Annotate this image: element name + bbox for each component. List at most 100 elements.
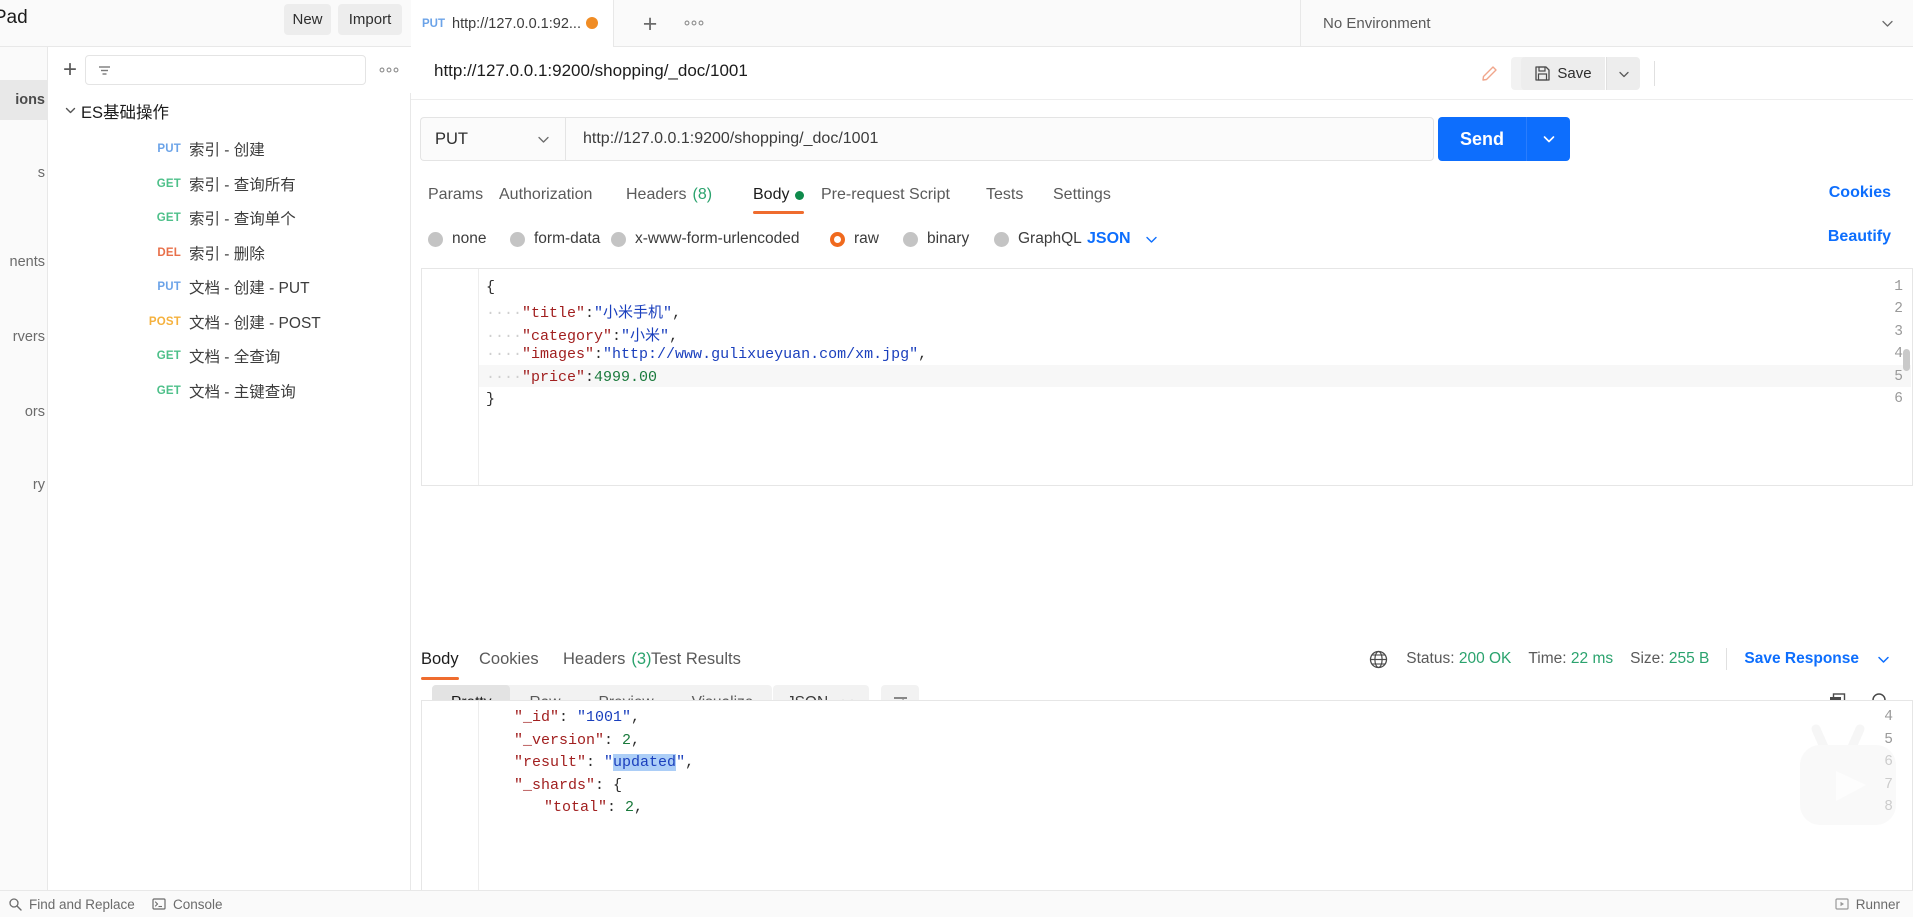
code-token: , <box>634 799 644 816</box>
radio-button[interactable] <box>510 231 525 247</box>
request-body-editor[interactable]: 1{2 ····"title":"小米手机", 3 ····"category":"小… <box>421 268 1913 486</box>
request-name-label: 索引 - 删除 <box>189 245 265 263</box>
response-tab-label: Headers <box>563 649 626 668</box>
response-tab-cookies[interactable]: Cookies <box>479 638 539 680</box>
request-editor-scrollbar[interactable] <box>1903 349 1910 371</box>
response-tab-headers[interactable]: Headers (3) <box>563 638 652 680</box>
body-type-raw[interactable]: raw <box>830 218 879 260</box>
tree-request-item[interactable]: PUT 文档 - 创建 - PUT <box>48 270 411 304</box>
raw-format-select[interactable]: JSON <box>1087 218 1159 260</box>
request-method-label: GET <box>156 350 181 362</box>
collection-root[interactable]: ES基础操作 <box>48 93 411 128</box>
body-type-none[interactable]: none <box>428 218 486 260</box>
collection-name: ES基础操作 <box>81 103 170 122</box>
radio-button[interactable] <box>830 231 845 247</box>
request-method-label: PUT <box>157 281 181 293</box>
request-tab-authorization[interactable]: Authorization <box>499 176 592 214</box>
save-response-chevron-icon[interactable] <box>1876 652 1891 667</box>
body-type-label: binary <box>927 230 970 247</box>
meta-divider <box>1726 648 1728 670</box>
tree-request-item[interactable]: PUT 索引 - 创建 <box>48 132 411 166</box>
gutter-divider <box>478 701 479 890</box>
radio-button[interactable] <box>994 231 1009 247</box>
new-item-plus-icon[interactable]: + <box>56 56 84 84</box>
code-token: , <box>672 305 682 323</box>
http-method-select[interactable]: PUT <box>420 117 565 161</box>
send-options-chevron-icon[interactable] <box>1526 117 1570 161</box>
chevron-down-icon[interactable] <box>1880 16 1895 31</box>
code-token: ···· <box>486 305 523 323</box>
beautify-link[interactable]: Beautify <box>1828 228 1891 246</box>
code-line: "_version": 2, <box>514 732 640 749</box>
response-tab-body[interactable]: Body <box>421 638 459 680</box>
request-tab-params[interactable]: Params <box>428 176 483 214</box>
sidebar-nav-mock-servers[interactable]: rvers <box>0 317 47 357</box>
runner-button[interactable]: Runner <box>1835 897 1900 912</box>
globe-icon <box>1368 649 1389 670</box>
console-label: Console <box>173 896 223 912</box>
tab-options-icon[interactable] <box>679 12 709 34</box>
request-tab-pre-request-script[interactable]: Pre-request Script <box>821 176 950 214</box>
radio-button[interactable] <box>428 231 443 247</box>
code-line: ····"category":"小米", <box>486 324 678 345</box>
sidebar-nav-history[interactable]: ry <box>0 465 47 505</box>
code-token: : <box>612 327 622 345</box>
code-token: , <box>631 709 641 726</box>
sidebar-more-icon[interactable] <box>375 58 403 82</box>
code-token: "images" <box>522 346 595 364</box>
sidebar-nav-collections[interactable]: ions <box>0 80 47 120</box>
sidebar-nav-monitors[interactable]: ors <box>0 392 47 432</box>
body-type-form-data[interactable]: form-data <box>510 218 600 260</box>
console-button[interactable]: Console <box>152 897 223 912</box>
code-token: "小米" <box>621 327 670 345</box>
search-icon <box>8 897 22 911</box>
body-type-graphql[interactable]: GraphQL <box>994 218 1082 260</box>
edit-pencil-icon[interactable] <box>1470 57 1508 90</box>
sidebar-nav-apis[interactable]: s <box>0 153 47 193</box>
filter-input[interactable] <box>85 55 366 85</box>
radio-button[interactable] <box>611 231 626 247</box>
find-and-replace-button[interactable]: Find and Replace <box>8 897 135 912</box>
save-response-button[interactable]: Save Response <box>1744 650 1859 668</box>
save-options-chevron-icon[interactable] <box>1606 57 1640 90</box>
code-token: : <box>604 731 623 749</box>
url-input[interactable]: http://127.0.0.1:9200/shopping/_doc/1001 <box>565 117 1434 161</box>
line-number: 8 <box>1884 799 1893 815</box>
response-tab-label: Cookies <box>479 649 539 668</box>
tab-active-request[interactable]: PUT http://127.0.0.1:92... <box>411 0 614 47</box>
chevron-down-icon[interactable] <box>59 104 81 117</box>
body-type-x-www-form-urlencoded[interactable]: x-www-form-urlencoded <box>611 218 800 260</box>
request-tab-headers[interactable]: Headers (8) <box>626 176 712 214</box>
tree-request-item[interactable]: DEL 索引 - 删除 <box>48 236 411 270</box>
body-type-binary[interactable]: binary <box>903 218 969 260</box>
request-tab-label: Body <box>753 186 790 203</box>
cookies-link[interactable]: Cookies <box>1829 184 1891 202</box>
tree-request-item[interactable]: POST 文档 - 创建 - POST <box>48 305 411 339</box>
new-tab-plus-icon[interactable]: + <box>634 8 666 40</box>
response-tab-test-results[interactable]: Test Results <box>651 638 741 680</box>
send-button[interactable]: Send <box>1438 117 1526 161</box>
code-token: "title" <box>522 305 586 323</box>
environment-selector[interactable]: No Environment <box>1300 0 1913 47</box>
new-button[interactable]: New <box>284 4 331 35</box>
sidebar-nav-environments[interactable]: nents <box>0 242 47 282</box>
radio-button[interactable] <box>903 231 918 247</box>
import-button[interactable]: Import <box>338 4 402 35</box>
tree-request-item[interactable]: GET 索引 - 查询单个 <box>48 201 411 235</box>
tree-request-item[interactable]: GET 文档 - 全查询 <box>48 339 411 373</box>
tree-request-item[interactable]: GET 文档 - 主键查询 <box>48 374 411 408</box>
request-tab-tests[interactable]: Tests <box>986 176 1023 214</box>
code-token: "_shards" <box>514 776 596 794</box>
http-method-value: PUT <box>435 129 468 148</box>
unsaved-indicator-dot <box>586 17 598 29</box>
code-line: } <box>486 391 495 408</box>
chevron-down-icon <box>1144 232 1159 247</box>
line-number: 4 <box>1894 346 1903 363</box>
request-tab-settings[interactable]: Settings <box>1053 176 1111 214</box>
save-button[interactable]: Save <box>1521 57 1605 90</box>
url-bar: PUT http://127.0.0.1:9200/shopping/_doc/… <box>411 100 1913 176</box>
tree-request-item[interactable]: GET 索引 - 查询所有 <box>48 167 411 201</box>
request-tab-body[interactable]: Body <box>753 176 805 214</box>
response-body-editor[interactable]: 4 "_id": "1001", 5 "_version": 2, 6 "result":… <box>421 700 1913 890</box>
code-token: : <box>607 799 626 816</box>
